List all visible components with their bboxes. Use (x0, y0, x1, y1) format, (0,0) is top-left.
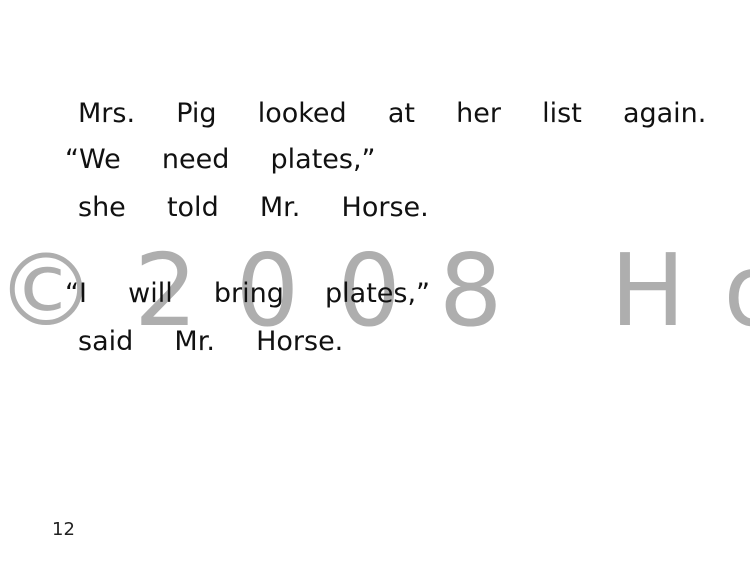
book-page: Mrs. Pig looked at her list again. “We n… (0, 0, 750, 587)
story-line: “I will bring plates,” (65, 278, 431, 309)
story-line: she told Mr. Horse. (78, 192, 429, 223)
story-line: “We need plates,” (65, 144, 376, 175)
story-line: Mrs. Pig looked at her list again. (78, 98, 707, 129)
page-number: 12 (52, 519, 75, 540)
story-line: said Mr. Horse. (78, 326, 344, 357)
